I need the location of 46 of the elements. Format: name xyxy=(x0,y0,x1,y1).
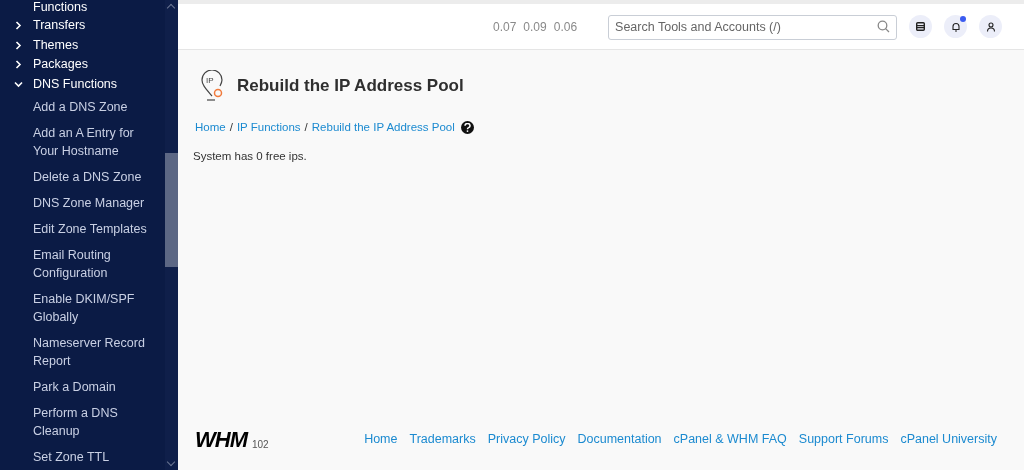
search-icon xyxy=(877,20,891,33)
sidebar-section-label[interactable]: Packages xyxy=(33,55,88,75)
sidebar-link[interactable]: Park a Domain xyxy=(14,374,165,400)
footer-link[interactable]: Privacy Policy xyxy=(487,429,566,449)
notifications-button[interactable] xyxy=(944,15,968,38)
user-icon xyxy=(985,21,996,32)
whm-logo: WHM xyxy=(194,425,247,454)
status-message: System has 0 free ips. xyxy=(193,149,308,165)
sidebar-section-label[interactable]: Themes xyxy=(33,35,79,55)
load-average: 0.07 xyxy=(493,18,517,36)
sidebar-link[interactable]: Set Zone TTL xyxy=(14,444,165,470)
sidebar-link[interactable]: Edit Zone Templates xyxy=(14,216,165,242)
scrollbar-thumb[interactable] xyxy=(165,153,178,267)
load-average: 0.09 xyxy=(523,18,547,36)
sidebar-link[interactable]: Nameserver Record Report xyxy=(14,330,165,374)
sidebar-link[interactable]: Delete a DNS Zone xyxy=(14,164,165,190)
sidebar-link[interactable]: DNS Zone Manager xyxy=(14,190,165,216)
breadcrumb-separator: / xyxy=(304,120,308,135)
page-title: Rebuild the IP Address Pool xyxy=(237,75,464,98)
user-button[interactable] xyxy=(979,15,1003,38)
footer-link[interactable]: cPanel & WHM FAQ xyxy=(673,429,787,449)
breadcrumb-link[interactable]: Rebuild the IP Address Pool xyxy=(311,119,455,137)
sidebar-link[interactable]: Add a DNS Zone xyxy=(14,94,165,120)
footer-link[interactable]: Trademarks xyxy=(409,429,476,449)
server-button[interactable] xyxy=(909,15,933,38)
breadcrumb-link[interactable]: Home xyxy=(195,119,226,137)
server-icon xyxy=(916,22,926,31)
sidebar-link[interactable]: Add an A Entry for Your Hostname xyxy=(14,120,165,164)
help-icon[interactable] xyxy=(460,121,474,135)
breadcrumb-link[interactable]: IP Functions xyxy=(236,119,301,137)
search-field[interactable]: Search Tools and Accounts (/) xyxy=(608,14,898,40)
sidebar-link[interactable]: Email Routing Configuration xyxy=(14,242,165,286)
sidebar-link[interactable]: Enable DKIM/SPF Globally xyxy=(14,286,165,330)
footer-link[interactable]: Support Forums xyxy=(798,429,889,449)
load-average: 0.06 xyxy=(553,18,578,36)
version-number: 102 xyxy=(252,437,269,452)
breadcrumb-separator: / xyxy=(229,120,233,135)
sidebar-section-label[interactable]: DNS Functions xyxy=(33,74,118,94)
sidebar-section-label: Functions xyxy=(32,0,89,16)
sidebar-link[interactable]: Perform a DNS Cleanup xyxy=(14,400,165,444)
footer-link[interactable]: Documentation xyxy=(577,429,662,449)
footer-link[interactable]: Home xyxy=(364,429,398,449)
sidebar-section-label[interactable]: Transfers xyxy=(33,16,86,36)
bell-icon xyxy=(950,21,961,32)
scrollbar[interactable] xyxy=(165,0,178,470)
footer-link[interactable]: cPanel University xyxy=(900,429,997,449)
